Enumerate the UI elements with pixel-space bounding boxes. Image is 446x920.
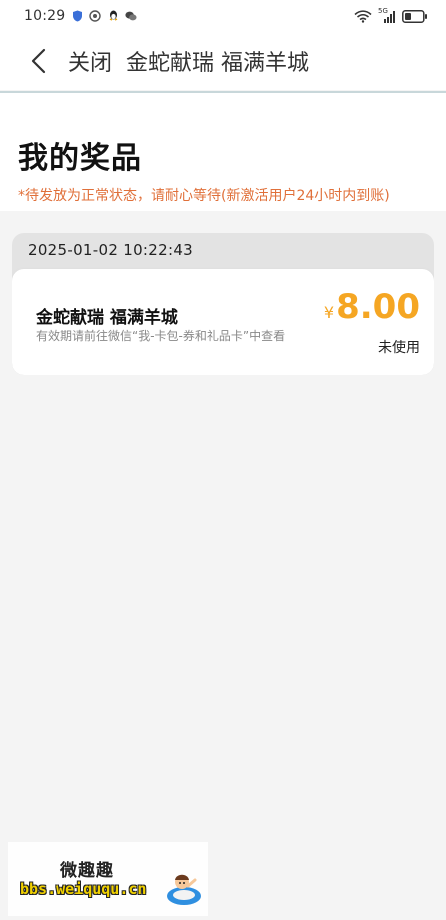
watermark-title: 微趣趣 xyxy=(60,861,114,881)
status-bar: 10:29 5G xyxy=(0,0,446,32)
watermark-mascot-icon xyxy=(167,874,201,905)
nav-title: 金蛇献瑞 福满羊城 xyxy=(126,51,310,76)
shield-icon xyxy=(71,10,83,22)
nav-bar: 关闭 金蛇献瑞 福满羊城 xyxy=(0,32,446,90)
prize-amount: ¥ 8.00 xyxy=(324,287,420,327)
back-button[interactable] xyxy=(18,41,58,81)
prize-name: 金蛇献瑞 福满羊城 xyxy=(36,308,178,328)
status-time: 10:29 xyxy=(24,8,66,24)
amount-value: 8.00 xyxy=(336,287,420,327)
record-date: 2025-01-02 10:22:43 xyxy=(28,241,194,259)
status-bar-left: 10:29 xyxy=(24,8,137,24)
prize-record: 2025-01-02 10:22:43 金蛇献瑞 福满羊城 有效期请前往微信“我… xyxy=(12,233,434,375)
notice-text: *待发放为正常状态，请耐心等待(新激活用户24小时内到账) xyxy=(18,188,390,204)
page-title: 我的奖品 xyxy=(18,141,142,176)
prize-status: 未使用 xyxy=(378,340,420,356)
status-bar-right: 5G xyxy=(354,7,428,23)
currency-symbol: ¥ xyxy=(323,303,335,322)
watermark-url: bbs.weiququ.cn xyxy=(20,880,147,898)
page-header: 我的奖品 *待发放为正常状态，请耐心等待(新激活用户24小时内到账) xyxy=(0,93,446,211)
close-button[interactable]: 关闭 xyxy=(68,45,112,77)
watermark: 微趣趣 bbs.weiququ.cn xyxy=(8,842,208,916)
chevron-left-icon xyxy=(31,48,46,74)
prize-card[interactable]: 金蛇献瑞 福满羊城 有效期请前往微信“我-卡包-券和礼品卡”中查看 ¥ 8.00… xyxy=(12,269,434,375)
signal-icon: 5G xyxy=(378,7,396,23)
wifi-icon xyxy=(354,9,372,23)
wechat-icon xyxy=(125,10,137,22)
battery-icon xyxy=(402,9,428,23)
qq-icon xyxy=(107,10,119,22)
app-icon xyxy=(89,10,102,22)
prize-description: 有效期请前往微信“我-卡包-券和礼品卡”中查看 xyxy=(36,329,286,343)
